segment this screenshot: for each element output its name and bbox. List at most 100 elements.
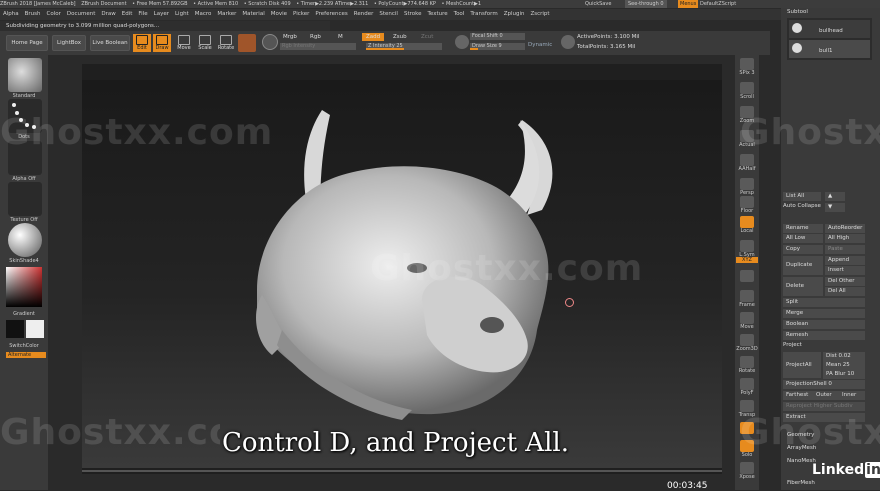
menu-marker[interactable]: Marker <box>214 9 239 20</box>
all-high-button[interactable]: All High <box>825 234 865 243</box>
switch-color-button[interactable]: SwitchColor <box>2 343 46 349</box>
menu-texture[interactable]: Texture <box>425 9 451 20</box>
alternate-button[interactable]: Alternate <box>6 352 46 358</box>
move-button[interactable]: Move <box>175 34 193 52</box>
menu-preferences[interactable]: Preferences <box>312 9 350 20</box>
subtool-item[interactable]: bullhead <box>789 20 870 38</box>
live-boolean-button[interactable]: Live Boolean <box>90 35 130 51</box>
rgb-button[interactable]: Rgb <box>310 33 321 41</box>
append-button[interactable]: Append <box>825 256 865 265</box>
remesh-menu[interactable]: Remesh <box>783 331 865 340</box>
dock-local[interactable]: Local <box>736 215 758 237</box>
menu-render[interactable]: Render <box>351 9 377 20</box>
menu-alpha[interactable]: Alpha <box>0 9 22 20</box>
eye-icon[interactable] <box>792 43 802 53</box>
reproject-higher-subdiv-button[interactable]: Reproject Higher Subdiv <box>783 402 865 411</box>
duplicate-button[interactable]: Duplicate <box>783 256 823 275</box>
color-picker[interactable] <box>6 267 42 307</box>
fibermesh-menu[interactable]: FiberMesh <box>787 479 815 488</box>
menu-layer[interactable]: Layer <box>151 9 172 20</box>
dock-xpose[interactable]: Xpose <box>736 461 758 483</box>
focal-shift-slider[interactable]: Focal Shift 0 <box>470 33 525 40</box>
dock-zoom3d[interactable]: Zoom3D <box>736 333 758 355</box>
del-all-button[interactable]: Del All <box>825 287 865 296</box>
outer-button[interactable]: Outer <box>813 391 839 400</box>
m-button[interactable]: M <box>338 33 343 41</box>
default-zscript-button[interactable]: DefaultZScript <box>700 0 736 8</box>
main-color-swatch[interactable] <box>6 320 24 338</box>
menu-zplugin[interactable]: Zplugin <box>501 9 528 20</box>
rgb-intensity-slider[interactable]: Rgb Intensity <box>280 43 356 50</box>
color-picker-icon[interactable] <box>262 34 278 50</box>
up-arrow-icon[interactable]: ▲ <box>825 192 845 201</box>
all-low-button[interactable]: All Low <box>783 234 823 243</box>
scale-button[interactable]: Scale <box>196 34 214 52</box>
dock-scroll[interactable]: Scroll <box>736 81 758 103</box>
farthest-button[interactable]: Farthest <box>783 391 813 400</box>
insert-button[interactable]: Insert <box>825 266 865 275</box>
dock-spix[interactable]: SPix 3 <box>736 57 758 79</box>
boolean-menu[interactable]: Boolean <box>783 320 865 329</box>
zadd-button[interactable]: Zadd <box>362 33 385 41</box>
rotate-button[interactable]: Rotate <box>217 34 235 52</box>
mrgb-button[interactable]: Mrgb <box>283 33 297 41</box>
dock-aahalf[interactable]: AAHalf <box>736 153 758 175</box>
material-swatch[interactable] <box>238 34 256 52</box>
menu-movie[interactable]: Movie <box>268 9 290 20</box>
delete-button[interactable]: Delete <box>783 277 823 296</box>
secondary-color-swatch[interactable] <box>26 320 44 338</box>
project-section[interactable]: Project <box>783 341 802 350</box>
dynamic-toggle[interactable]: Dynamic <box>528 41 552 49</box>
list-all-button[interactable]: List All <box>783 192 821 201</box>
subtool-item-selected[interactable]: bull1 <box>789 40 870 58</box>
paste-button[interactable]: Paste <box>825 245 865 254</box>
menu-edit[interactable]: Edit <box>119 9 136 20</box>
autoreorder-button[interactable]: AutoReorder <box>825 224 865 233</box>
video-progress-bar[interactable] <box>82 470 722 472</box>
split-menu[interactable]: Split <box>783 298 865 307</box>
down-arrow-icon[interactable]: ▼ <box>825 203 845 212</box>
mean-slider[interactable]: Mean 25 <box>823 361 865 370</box>
menu-macro[interactable]: Macro <box>192 9 215 20</box>
eye-icon[interactable] <box>792 23 802 33</box>
home-page-button[interactable]: Home Page <box>6 35 48 51</box>
dock-xyz[interactable]: XYZ <box>736 257 758 267</box>
lightbox-button[interactable]: LightBox <box>52 35 86 51</box>
menu-stencil[interactable]: Stencil <box>376 9 401 20</box>
dock-move[interactable]: Move <box>736 311 758 333</box>
see-through-slider[interactable]: See-through 0 <box>625 0 667 8</box>
dock-polyf[interactable]: PolyF <box>736 377 758 399</box>
menu-document[interactable]: Document <box>64 9 99 20</box>
quicksave-button[interactable]: QuickSave <box>585 0 611 8</box>
del-other-button[interactable]: Del Other <box>825 277 865 286</box>
zsub-button[interactable]: Zsub <box>393 33 407 41</box>
auto-collapse-toggle[interactable]: Auto Collapse <box>783 202 821 211</box>
material-thumbnail[interactable] <box>8 223 42 257</box>
z-intensity-slider[interactable]: Z Intensity 25 <box>366 43 442 50</box>
dock-rotation-icon[interactable] <box>736 269 758 291</box>
menu-draw[interactable]: Draw <box>98 9 118 20</box>
brush-thumbnail[interactable] <box>8 58 42 92</box>
merge-menu[interactable]: Merge <box>783 309 865 318</box>
menu-color[interactable]: Color <box>44 9 64 20</box>
draw-size-slider[interactable]: Draw Size 9 <box>470 43 525 50</box>
menu-brush[interactable]: Brush <box>22 9 44 20</box>
rename-button[interactable]: Rename <box>783 224 823 233</box>
zcut-button[interactable]: Zcut <box>421 33 433 41</box>
copy-button[interactable]: Copy <box>783 245 823 254</box>
menu-tool[interactable]: Tool <box>451 9 468 20</box>
menu-stroke[interactable]: Stroke <box>401 9 425 20</box>
dock-rotate[interactable]: Rotate <box>736 355 758 377</box>
project-all-button[interactable]: ProjectAll <box>783 352 821 378</box>
dock-frame[interactable]: Frame <box>736 289 758 311</box>
texture-thumbnail[interactable] <box>8 182 42 216</box>
dist-slider[interactable]: Dist 0.02 <box>823 352 865 361</box>
menu-material[interactable]: Material <box>239 9 267 20</box>
dock-floor[interactable]: Floor <box>736 195 758 217</box>
pa-blur-slider[interactable]: PA Blur 10 <box>823 370 865 379</box>
projection-shell-slider[interactable]: ProjectionShell 0 <box>783 380 865 389</box>
menu-file[interactable]: File <box>135 9 150 20</box>
menu-transform[interactable]: Transform <box>467 9 500 20</box>
menu-light[interactable]: Light <box>172 9 192 20</box>
menu-picker[interactable]: Picker <box>290 9 312 20</box>
